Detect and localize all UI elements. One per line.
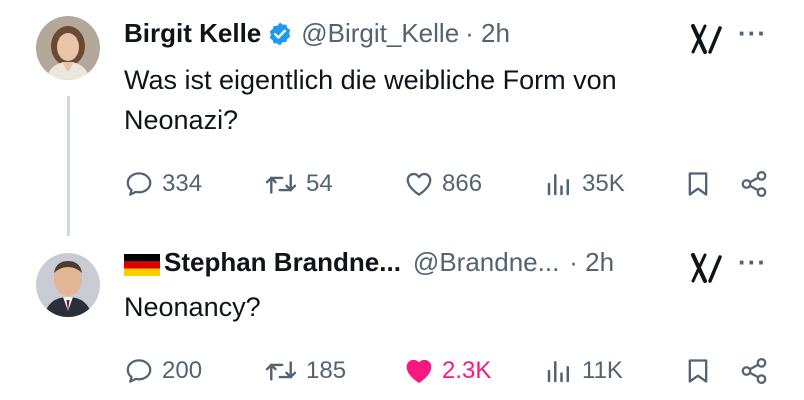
- retweet-count: 185: [306, 357, 347, 384]
- bookmark-button[interactable]: [684, 164, 712, 204]
- views-icon: [547, 361, 569, 383]
- retweet-button[interactable]: 54: [264, 164, 333, 204]
- share-button[interactable]: [738, 351, 770, 391]
- reply-icon: [126, 359, 152, 383]
- retweet-icon: [265, 361, 297, 381]
- retweet-button[interactable]: 185: [264, 351, 346, 391]
- avatar-birgit-kelle[interactable]: [36, 16, 100, 80]
- tweet-time[interactable]: · 2h: [569, 247, 614, 278]
- views-count: 35K: [582, 170, 625, 197]
- thread-connector-line: [67, 96, 70, 236]
- tweet-text-line: Neonancy?: [124, 292, 261, 322]
- tweet-2: Stephan Brandne... @Brandne... · 2h ··· …: [0, 225, 804, 400]
- more-icon[interactable]: ···: [738, 18, 767, 49]
- like-button[interactable]: 2.3K: [404, 351, 491, 391]
- avatar-stephan-brandner[interactable]: [36, 253, 100, 317]
- share-icon: [741, 358, 767, 384]
- like-button[interactable]: 866: [404, 164, 482, 204]
- tweet-text-line: Neonazi?: [124, 105, 239, 135]
- grok-icon[interactable]: [690, 251, 724, 285]
- author-name[interactable]: Birgit Kelle: [124, 18, 261, 49]
- heart-filled-icon: [406, 359, 432, 383]
- bookmark-icon: [688, 359, 708, 383]
- views-count: 11K: [582, 357, 623, 384]
- bookmark-button[interactable]: [684, 351, 712, 391]
- tweet-time[interactable]: · 2h: [465, 18, 510, 49]
- reply-icon: [126, 172, 152, 196]
- retweet-count: 54: [306, 170, 333, 197]
- author-handle[interactable]: @Brandne...: [413, 247, 559, 278]
- verified-badge-icon: [267, 21, 293, 47]
- tweet-text: Was ist eigentlich die weibliche Form vo…: [124, 60, 724, 140]
- germany-flag-icon: [124, 252, 160, 276]
- tweet-actions: 334 54 866 35K: [124, 164, 784, 204]
- reply-count: 200: [162, 357, 203, 384]
- views-button[interactable]: 11K: [544, 351, 623, 391]
- retweet-icon: [265, 174, 297, 194]
- tweet-header: Birgit Kelle @Birgit_Kelle · 2h: [124, 18, 510, 49]
- heart-icon: [406, 172, 432, 196]
- tweet-actions: 200 185 2.3K 11K: [124, 351, 784, 391]
- tweet-1: Birgit Kelle @Birgit_Kelle · 2h ··· Was …: [0, 0, 804, 236]
- reply-count: 334: [162, 170, 203, 197]
- tweet-text: Neonancy?: [124, 287, 724, 327]
- more-icon[interactable]: ···: [738, 247, 767, 278]
- views-button[interactable]: 35K: [544, 164, 625, 204]
- share-icon: [741, 171, 767, 197]
- grok-icon[interactable]: [690, 22, 724, 56]
- author-name[interactable]: Stephan Brandne...: [164, 247, 401, 278]
- reply-button[interactable]: 200: [124, 351, 202, 391]
- reply-button[interactable]: 334: [124, 164, 202, 204]
- bookmark-icon: [688, 172, 708, 196]
- tweet-header: Stephan Brandne... @Brandne... · 2h: [124, 247, 614, 278]
- tweet-text-line: Was ist eigentlich die weibliche Form vo…: [124, 65, 617, 95]
- views-icon: [547, 174, 569, 196]
- like-count: 866: [442, 170, 483, 197]
- share-button[interactable]: [738, 164, 770, 204]
- like-count: 2.3K: [442, 357, 492, 384]
- author-handle[interactable]: @Birgit_Kelle: [301, 18, 459, 49]
